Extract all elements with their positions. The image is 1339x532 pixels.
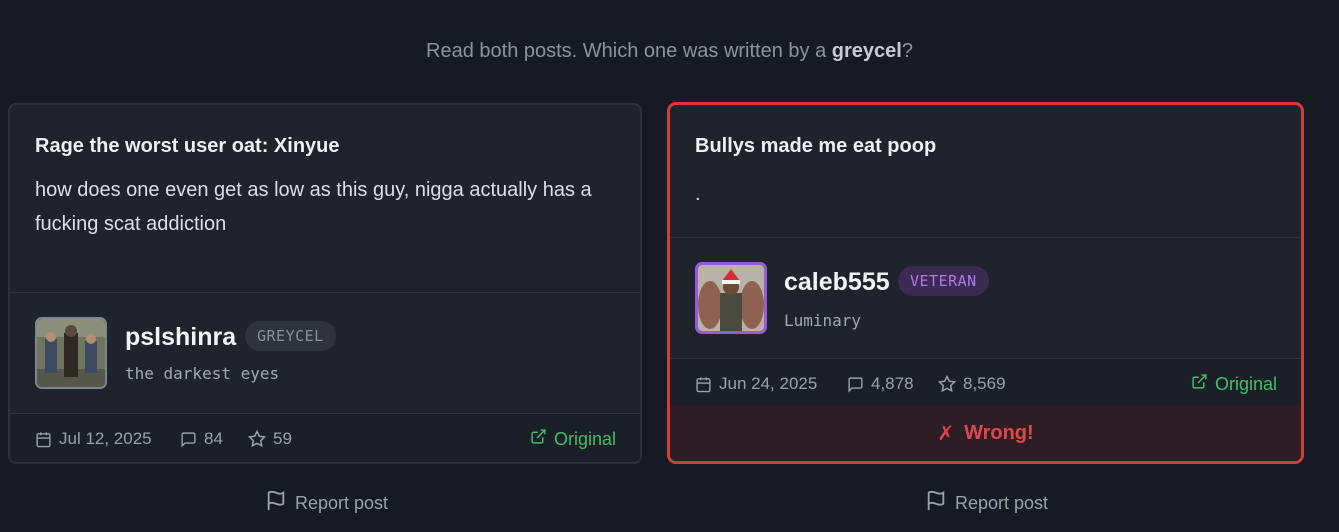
prompt-suffix: ? — [901, 40, 913, 62]
report-label: Report post — [295, 493, 389, 513]
cross-icon: ✗ — [937, 422, 955, 445]
date-label: Jul 12, 2025 — [59, 429, 152, 448]
report-post-button[interactable]: Report post — [925, 490, 1048, 517]
wrong-verdict: ✗ Wrong! — [670, 405, 1301, 461]
post-title: Bullys made me eat poop — [695, 135, 937, 157]
flag-icon — [925, 490, 947, 517]
star-count-label: 59 — [273, 429, 292, 448]
username[interactable]: pslshinra — [125, 323, 236, 352]
post-card-left[interactable]: Rage the worst user oat: Xinyue how does… — [8, 103, 642, 464]
divider — [670, 237, 1301, 238]
flag-icon — [265, 490, 287, 517]
post-title: Rage the worst user oat: Xinyue — [35, 135, 340, 157]
user-tagline: Luminary — [784, 311, 862, 330]
comment-icon — [847, 376, 864, 393]
avatar — [35, 317, 107, 389]
original-link[interactable]: Original — [1191, 359, 1277, 409]
external-link-icon — [1191, 373, 1208, 395]
post-footer: Jul 12, 2025 84 59 Original — [10, 413, 640, 462]
divider — [10, 292, 640, 293]
comment-count: 84 — [180, 414, 223, 462]
star-count: 59 — [248, 414, 292, 462]
post-date: Jul 12, 2025 — [35, 414, 152, 462]
calendar-icon — [35, 431, 52, 448]
username[interactable]: caleb555 — [784, 268, 890, 297]
user-tagline: the darkest eyes — [125, 364, 280, 383]
post-body: how does one even get as low as this guy… — [35, 179, 592, 235]
calendar-icon — [695, 376, 712, 393]
original-label: Original — [1214, 373, 1277, 394]
date-label: Jun 24, 2025 — [719, 374, 818, 393]
report-label: Report post — [955, 493, 1049, 513]
post-card-right[interactable]: Bullys made me eat poop . caleb555 VETER… — [667, 102, 1304, 464]
prompt-emphasis: greycel — [831, 40, 902, 62]
original-link[interactable]: Original — [530, 414, 616, 462]
question-prompt: Read both posts. Which one was written b… — [0, 40, 1339, 63]
original-label: Original — [553, 428, 616, 449]
rank-badge: VETERAN — [898, 266, 989, 296]
comment-count-label: 4,878 — [871, 374, 914, 393]
post-date: Jun 24, 2025 — [695, 359, 817, 409]
star-icon — [938, 375, 956, 393]
star-icon — [248, 430, 266, 448]
avatar — [695, 262, 767, 334]
rank-badge: GREYCEL — [245, 321, 336, 351]
comment-count: 4,878 — [847, 359, 914, 409]
star-count: 8,569 — [938, 359, 1006, 409]
external-link-icon — [530, 428, 547, 450]
comment-count-label: 84 — [204, 429, 223, 448]
comment-icon — [180, 431, 197, 448]
verdict-label: Wrong! — [964, 421, 1034, 444]
star-count-label: 8,569 — [963, 374, 1006, 393]
prompt-prefix: Read both posts. Which one was written b… — [426, 40, 832, 62]
report-post-button[interactable]: Report post — [265, 490, 388, 517]
post-footer: Jun 24, 2025 4,878 8,569 Original — [670, 358, 1301, 408]
post-body: . — [695, 183, 701, 205]
